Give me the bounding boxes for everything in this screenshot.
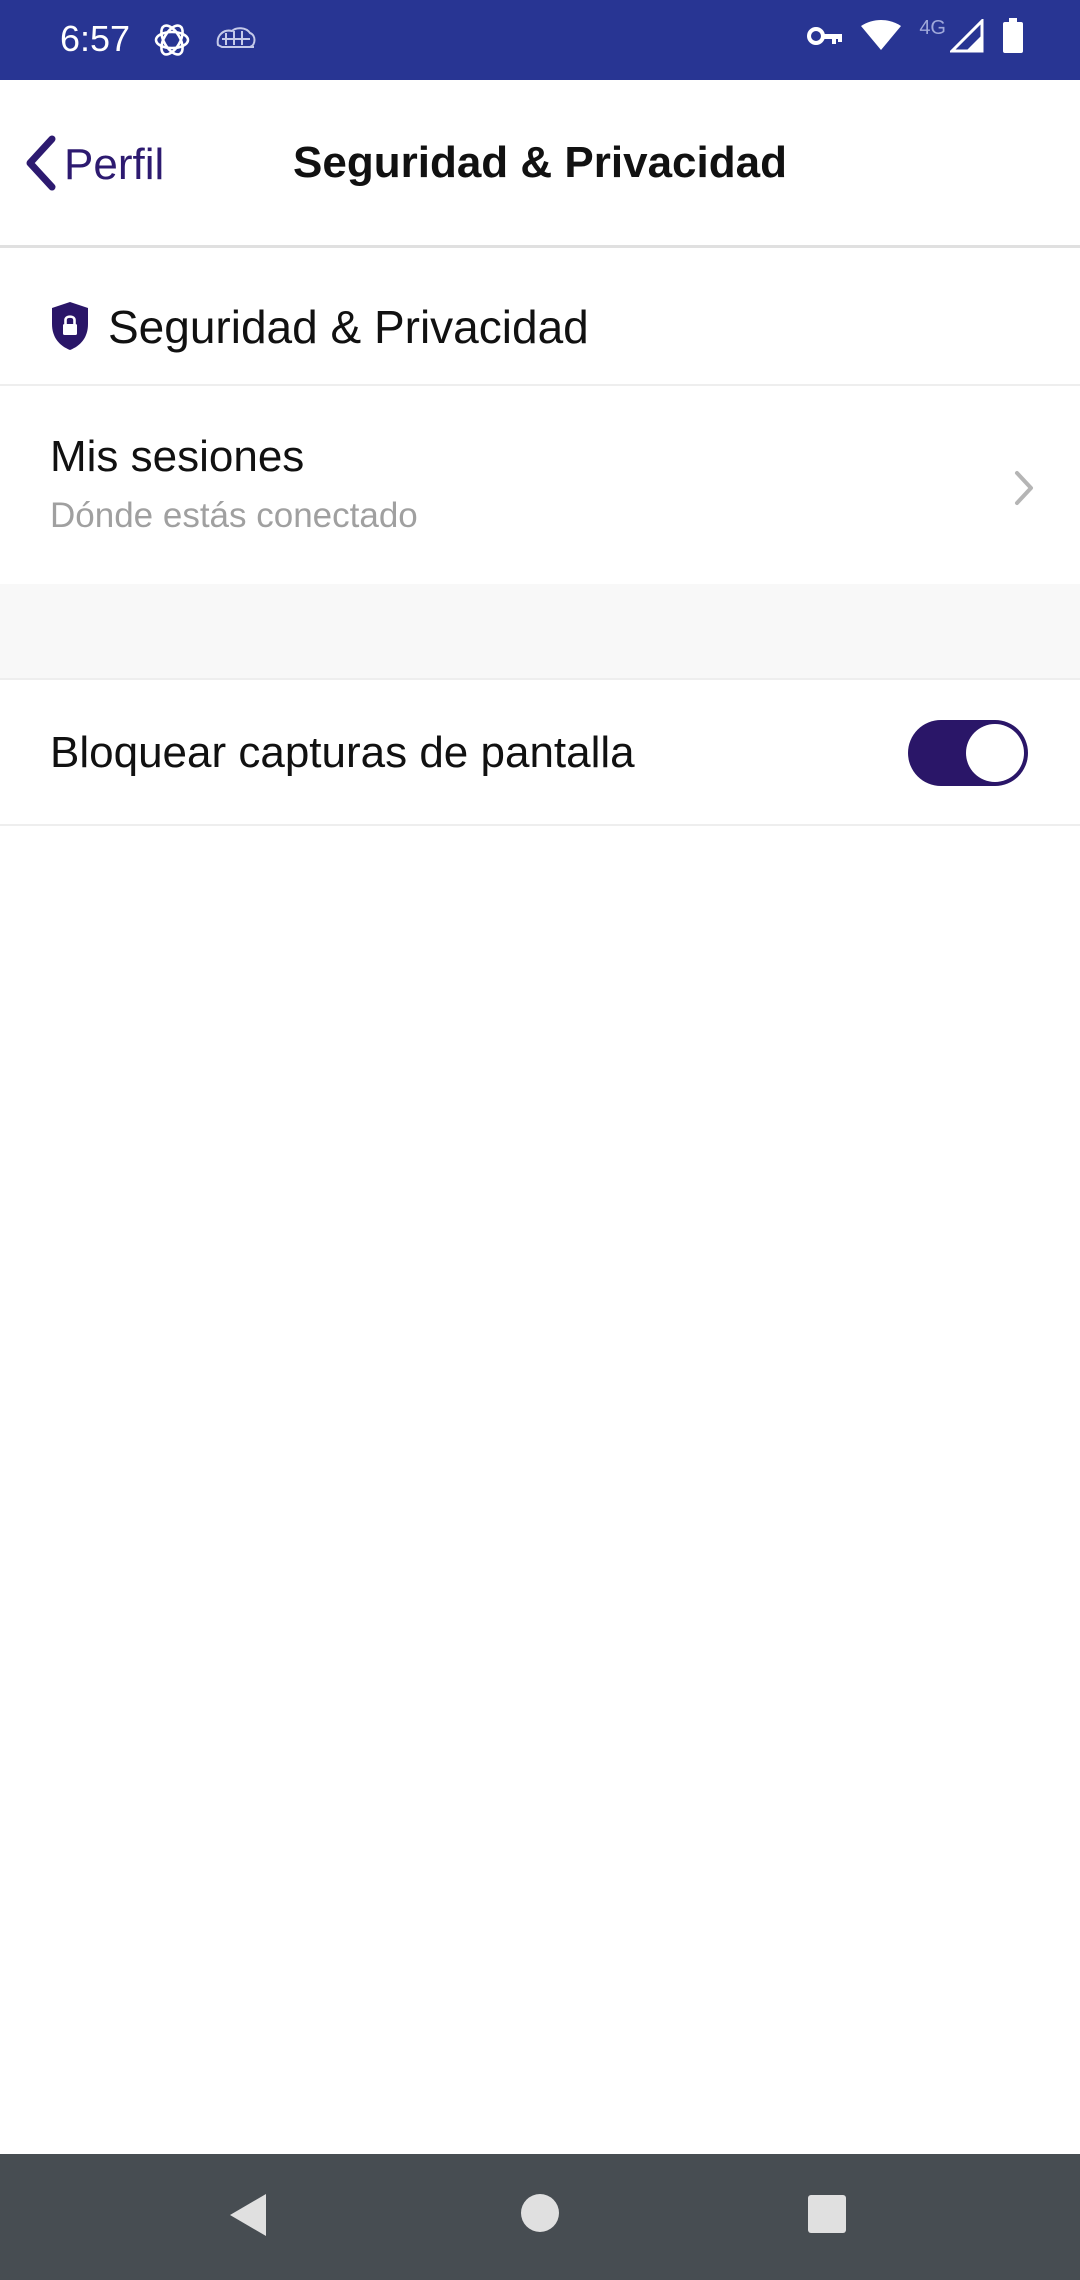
screen: 6:57 4G Perfil Seguridad & Privacidad Se… bbox=[0, 0, 1080, 2280]
block-screenshots-row: Bloquear capturas de pantalla bbox=[0, 680, 1080, 826]
status-right-icons: 4G bbox=[807, 17, 1024, 59]
recents-icon[interactable] bbox=[806, 2193, 848, 2240]
status-time: 6:57 bbox=[60, 18, 131, 59]
sessions-subtitle: Dónde estás conectado bbox=[50, 496, 418, 535]
brain-icon bbox=[214, 25, 256, 60]
status-left-icons bbox=[152, 20, 256, 65]
section-header: Seguridad & Privacidad bbox=[0, 250, 1080, 386]
sessions-row[interactable]: Mis sesiones Dónde estás conectado bbox=[0, 388, 1080, 584]
network-type: 4G bbox=[919, 17, 946, 39]
openai-icon bbox=[152, 20, 192, 65]
section-divider bbox=[0, 584, 1080, 680]
shield-lock-icon bbox=[48, 300, 92, 357]
section-title: Seguridad & Privacidad bbox=[108, 301, 589, 353]
battery-icon bbox=[1002, 18, 1024, 59]
chevron-right-icon bbox=[1012, 468, 1036, 513]
app-header: Perfil Seguridad & Privacidad bbox=[0, 80, 1080, 248]
toggle-knob bbox=[966, 724, 1024, 782]
navigation-bar bbox=[0, 2154, 1080, 2280]
home-icon[interactable] bbox=[518, 2191, 562, 2240]
back-icon[interactable] bbox=[226, 2190, 270, 2245]
vpn-key-icon bbox=[807, 24, 843, 53]
sessions-title: Mis sesiones bbox=[50, 432, 305, 481]
wifi-icon bbox=[861, 20, 902, 57]
page-title: Seguridad & Privacidad bbox=[293, 138, 787, 187]
status-bar: 6:57 4G bbox=[0, 0, 1080, 80]
block-screenshots-label: Bloquear capturas de pantalla bbox=[50, 728, 635, 777]
block-screenshots-toggle[interactable] bbox=[908, 720, 1028, 786]
signal-icon bbox=[948, 17, 984, 58]
